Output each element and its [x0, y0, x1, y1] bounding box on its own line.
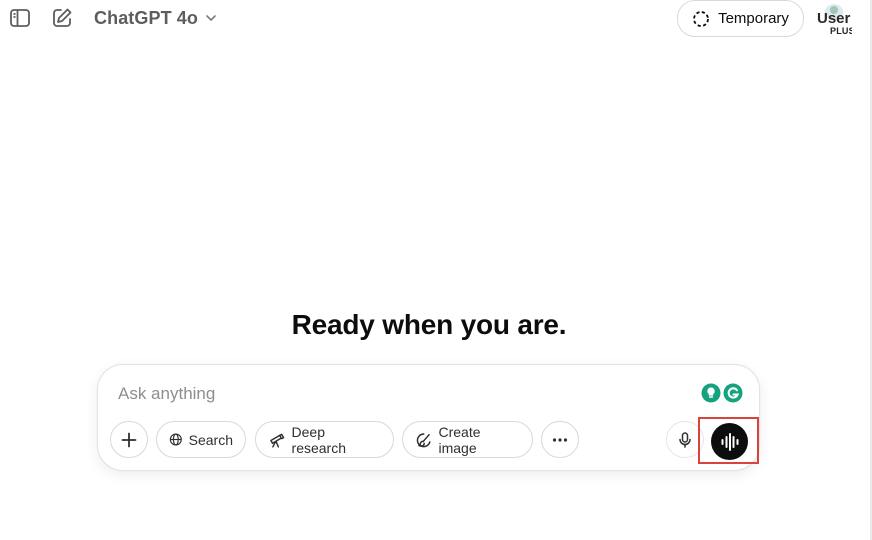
plus-icon: [121, 432, 137, 447]
create-image-label: Create image: [438, 423, 481, 456]
telescope-icon: [270, 433, 285, 448]
microphone-icon: [679, 431, 691, 448]
model-name: ChatGPT 4o: [94, 7, 199, 28]
sidebar-toggle-icon: [10, 9, 30, 27]
lightbulb-extension-button[interactable]: [701, 383, 721, 403]
chevron-down-icon: [206, 15, 216, 22]
app-window: ChatGPT 4o Temporary User PLUS Ready whe…: [0, 0, 872, 540]
new-chat-icon: [53, 8, 72, 27]
voice-waveform-icon: [721, 432, 738, 451]
model-selector[interactable]: ChatGPT 4o: [90, 4, 222, 32]
lightbulb-extension-icon: [701, 383, 721, 403]
grammarly-button[interactable]: [723, 383, 743, 403]
search-label: Search: [188, 431, 233, 448]
search-button[interactable]: Search: [156, 421, 246, 458]
top-bar: ChatGPT 4o Temporary User PLUS: [0, 0, 870, 38]
plan-badge: PLUS: [830, 26, 852, 36]
paint-brush-icon: [416, 432, 431, 447]
highlight-box: [698, 417, 759, 464]
temporary-label: Temporary: [718, 10, 789, 27]
prompt-input[interactable]: [118, 382, 678, 406]
deep-research-label: Deep research: [291, 423, 346, 456]
sidebar-toggle-button[interactable]: [6, 5, 34, 31]
page-headline: Ready when you are.: [291, 309, 567, 340]
avatar-name: User: [817, 10, 851, 27]
prompt-composer: Search Deep research Create image: [97, 364, 760, 471]
dashed-circle-icon: [693, 10, 709, 27]
extension-icons: [701, 383, 743, 403]
globe-icon: [169, 433, 182, 446]
temporary-chat-button[interactable]: Temporary: [677, 0, 804, 37]
user-avatar[interactable]: User PLUS: [816, 2, 852, 38]
add-attachment-button[interactable]: [110, 421, 148, 458]
deep-research-button[interactable]: Deep research: [255, 421, 394, 458]
grammarly-icon: [723, 383, 743, 403]
more-horizontal-icon: [552, 437, 568, 442]
create-image-button[interactable]: Create image: [402, 421, 533, 458]
voice-mode-button[interactable]: [711, 423, 748, 460]
more-tools-button[interactable]: [541, 421, 579, 458]
new-chat-button[interactable]: [48, 5, 76, 31]
